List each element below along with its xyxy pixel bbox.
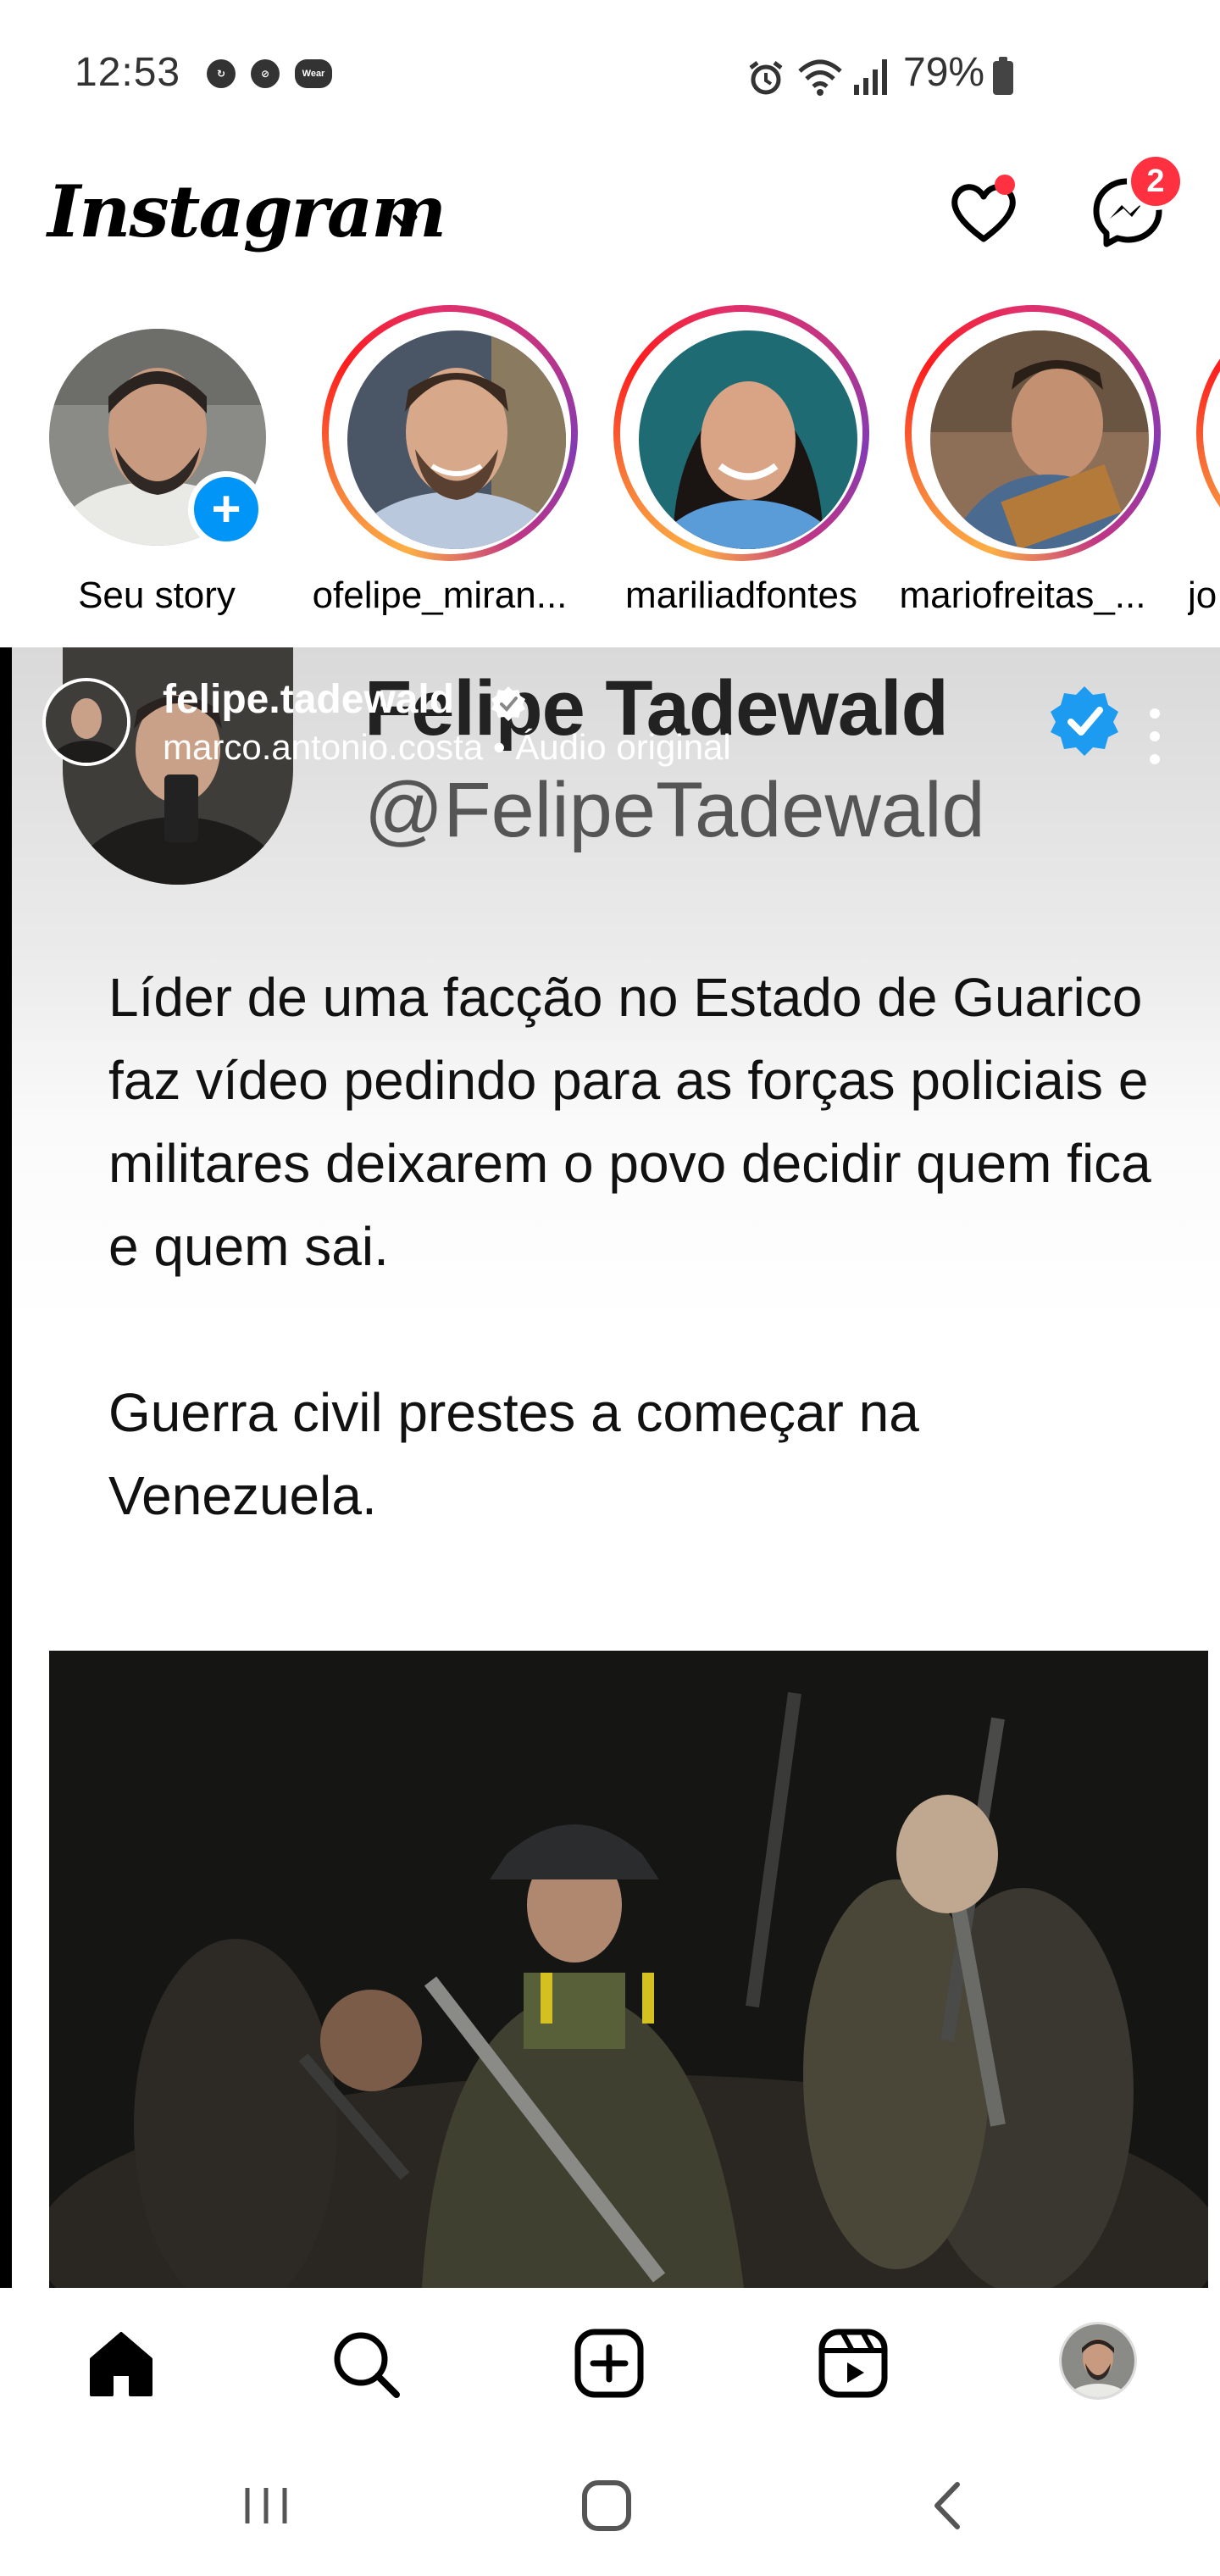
search-icon[interactable] [327, 2325, 403, 2401]
verified-icon [491, 686, 525, 721]
tweet-paragraph: Guerra civil prestes a começar na Venezu… [108, 1382, 919, 1526]
story-label: Seu story [78, 575, 236, 616]
avatar [347, 330, 566, 549]
story-label: ofelipe_miran... [312, 575, 568, 616]
back-icon[interactable] [915, 2476, 983, 2535]
story-item[interactable]: mariofreitas_... [876, 305, 1161, 644]
wifi-icon [798, 59, 842, 96]
story-ring [613, 305, 869, 561]
wear-icon: Wear [295, 59, 332, 88]
system-nav-bar [0, 2437, 1220, 2576]
avatar [639, 330, 857, 549]
story-own[interactable]: + Seu story [0, 305, 271, 644]
story-ring [1196, 305, 1220, 561]
chevron-down-icon[interactable] [388, 205, 422, 239]
sync-icon: ↻ [207, 59, 236, 88]
post-audio-subtitle[interactable]: marco.antonio.costa • Áudio original [163, 727, 731, 768]
post-author-avatar[interactable] [42, 678, 130, 766]
battery-percent: 79% [903, 50, 985, 95]
story-ring [905, 305, 1161, 561]
alarm-icon [749, 61, 783, 95]
story-item[interactable]: ofelipe_miran... [293, 305, 578, 644]
story-label: mariofreitas_... [899, 575, 1146, 616]
post-edge [0, 647, 12, 2288]
stories-tray: + Seu story ofelipe_miran... mariliadfon… [0, 305, 1220, 644]
bottom-nav [0, 2288, 1220, 2437]
create-icon[interactable] [571, 2325, 647, 2401]
signal-icon [854, 59, 887, 95]
tweet-paragraph: Líder de uma facção no Estado de Guarico… [108, 967, 1151, 1277]
status-bar: 12:53 ↻ ⊘ Wear 79% [0, 0, 1220, 153]
battery-icon [993, 57, 1013, 95]
more-options-icon[interactable] [1142, 698, 1167, 774]
recent-apps-icon[interactable] [232, 2476, 300, 2535]
feed-post[interactable]: Felipe Tadewald @FelipeTadewald Líder de… [0, 647, 1220, 2288]
reels-icon[interactable] [815, 2325, 891, 2401]
messages-badge: 2 [1127, 153, 1184, 210]
tweet-body: Líder de uma facção no Estado de Guarico… [108, 956, 1176, 1537]
story-ring [322, 305, 578, 561]
avatar [930, 330, 1149, 549]
story-item[interactable]: mariliadfontes [585, 305, 869, 644]
story-label: jo [1188, 575, 1217, 616]
status-time: 12:53 [75, 50, 181, 95]
status-left-icons: ↻ ⊘ Wear [207, 59, 332, 88]
tweet-handle: @FelipeTadewald [364, 767, 985, 853]
app-header: Instagram 2 [0, 153, 1220, 305]
verified-badge-icon [1051, 686, 1118, 756]
story-item[interactable]: jo [1167, 305, 1220, 644]
story-label: mariliadfontes [625, 575, 857, 616]
add-story-button[interactable]: + [188, 471, 264, 547]
notification-dot [995, 175, 1015, 195]
instagram-logo[interactable]: Instagram [47, 169, 446, 253]
post-username[interactable]: felipe.tadewald [163, 676, 454, 723]
post-video[interactable] [49, 1651, 1208, 2288]
home-button-icon[interactable] [573, 2476, 640, 2535]
no-disturb-icon: ⊘ [251, 59, 280, 88]
home-icon[interactable] [83, 2325, 159, 2401]
profile-avatar[interactable] [1059, 2322, 1137, 2400]
